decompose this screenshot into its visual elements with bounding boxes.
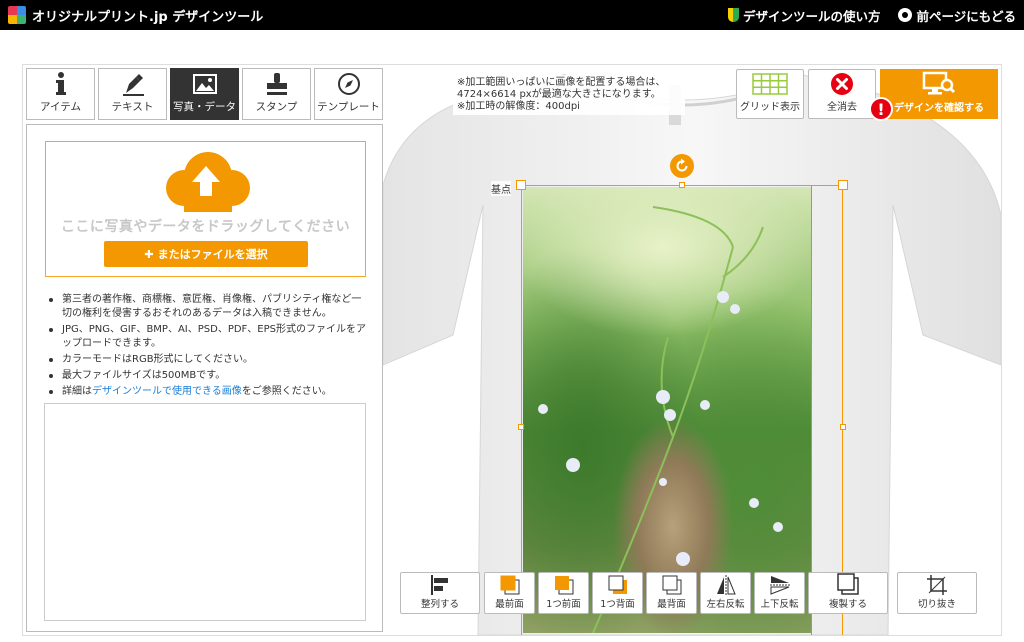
note-formats: JPG、PNG、GIF、BMP、AI、PSD、PDF、EPS形式のファイルをアッ… bbox=[47, 323, 367, 351]
compass-icon bbox=[336, 69, 362, 99]
send-backward-button[interactable]: 1つ背面 bbox=[592, 572, 643, 614]
confirm-label: デザインを確認する bbox=[894, 103, 984, 114]
upload-cloud-icon bbox=[166, 152, 250, 212]
note-max-size: 最大ファイルサイズは500MBです。 bbox=[47, 369, 367, 383]
tab-label: 写真・データ bbox=[173, 101, 236, 113]
tab-label: スタンプ bbox=[255, 101, 298, 113]
duplicate-button[interactable]: 複製する bbox=[808, 572, 888, 614]
hint-line-1: ※加工範囲いっぱいに画像を配置する場合は、 bbox=[457, 77, 666, 88]
clear-all-button[interactable]: 全消去 bbox=[808, 69, 876, 119]
align-button[interactable]: 整列する bbox=[400, 572, 480, 614]
upload-notes: 第三者の著作権、商標権、意匠権、肖像権、パブリシティ権など一切の権利を侵害するお… bbox=[47, 293, 367, 401]
send-to-back-label: 最背面 bbox=[657, 599, 686, 610]
back-label: 前ページにもどる bbox=[916, 8, 1016, 24]
logo[interactable]: オリジナルプリント.jp デザインツール bbox=[8, 6, 263, 25]
flip-horizontal-button[interactable]: 左右反転 bbox=[700, 572, 751, 614]
bring-to-front-icon bbox=[499, 573, 521, 596]
tab-label: アイテム bbox=[40, 101, 81, 113]
alert-badge-icon: ! bbox=[869, 97, 893, 121]
rotate-icon bbox=[676, 158, 688, 172]
bring-forward-button[interactable]: 1つ前面 bbox=[538, 572, 589, 614]
flip-horizontal-label: 左右反転 bbox=[706, 599, 745, 610]
crop-label: 切り抜き bbox=[917, 599, 956, 610]
pen-icon bbox=[120, 69, 146, 99]
confirm-design-button[interactable]: デザインを確認する bbox=[880, 69, 998, 119]
grid-label: グリッド表示 bbox=[740, 102, 800, 113]
select-file-button[interactable]: ✚ またはファイルを選択 bbox=[104, 241, 308, 267]
logo-cube-icon bbox=[8, 6, 26, 24]
how-to-link[interactable]: デザインツールの使い方 bbox=[727, 6, 881, 25]
crop-icon bbox=[926, 573, 948, 596]
tab-template[interactable]: テンプレート bbox=[314, 68, 383, 120]
tab-label: テキスト bbox=[111, 101, 154, 113]
note-color-mode: カラーモードはRGB形式にしてください。 bbox=[47, 353, 367, 367]
back-link[interactable]: 前ページにもどる bbox=[898, 6, 1016, 25]
design-canvas[interactable]: ※加工範囲いっぱいに画像を配置する場合は、 4724×6614 pxが最適な大き… bbox=[383, 65, 1001, 635]
note-details-prefix: 詳細は bbox=[62, 386, 92, 397]
stamp-icon bbox=[264, 69, 290, 99]
clear-label: 全消去 bbox=[827, 102, 857, 113]
flip-horizontal-icon bbox=[715, 573, 737, 596]
resize-handle-tl[interactable] bbox=[516, 180, 526, 190]
drop-text: ここに写真やデータをドラッグしてください bbox=[60, 219, 351, 235]
placed-image[interactable] bbox=[516, 180, 848, 635]
bring-forward-icon bbox=[553, 573, 575, 596]
note-rights: 第三者の著作権、商標権、意匠権、肖像権、パブリシティ権など一切の権利を侵害するお… bbox=[47, 293, 367, 321]
duplicate-icon bbox=[836, 572, 860, 596]
bring-to-front-label: 最前面 bbox=[495, 599, 524, 610]
resize-handle-right[interactable] bbox=[840, 424, 846, 430]
resize-handle-tr[interactable] bbox=[838, 180, 848, 190]
monitor-search-icon bbox=[922, 69, 956, 99]
drop-zone[interactable]: ここに写真やデータをドラッグしてください ✚ またはファイルを選択 bbox=[45, 141, 366, 277]
align-label: 整列する bbox=[420, 599, 459, 610]
grid-icon bbox=[752, 70, 788, 98]
align-icon bbox=[429, 573, 451, 596]
base-point-label: 基点 bbox=[491, 181, 511, 196]
image-icon bbox=[192, 69, 218, 99]
crop-button[interactable]: 切り抜き bbox=[897, 572, 977, 614]
hint-line-2: 4724×6614 pxが最適な大きさになります。 bbox=[457, 89, 661, 100]
tab-text[interactable]: テキスト bbox=[98, 68, 167, 120]
top-bar: オリジナルプリント.jp デザインツール デザインツールの使い方 前ページにもど… bbox=[0, 0, 1024, 30]
resize-handle-top[interactable] bbox=[679, 182, 685, 188]
usable-images-link[interactable]: デザインツールで使用できる画像 bbox=[92, 386, 242, 397]
duplicate-label: 複製する bbox=[828, 599, 867, 610]
tab-item[interactable]: アイテム bbox=[26, 68, 95, 120]
note-details: 詳細はデザインツールで使用できる画像をご参照ください。 bbox=[47, 385, 367, 399]
rotate-handle[interactable] bbox=[670, 154, 694, 178]
bring-forward-label: 1つ前面 bbox=[546, 599, 581, 610]
photo-data-panel: ここに写真やデータをドラッグしてください ✚ またはファイルを選択 第三者の著作… bbox=[26, 124, 383, 632]
logo-text: オリジナルプリント.jp デザインツール bbox=[32, 9, 264, 25]
bring-to-front-button[interactable]: 最前面 bbox=[484, 572, 535, 614]
send-to-back-icon bbox=[661, 573, 683, 596]
send-backward-icon bbox=[607, 573, 629, 596]
resize-handle-left[interactable] bbox=[518, 424, 524, 430]
how-to-label: デザインツールの使い方 bbox=[742, 8, 881, 24]
send-to-back-button[interactable]: 最背面 bbox=[646, 572, 697, 614]
beginner-mark-icon bbox=[727, 8, 739, 22]
clear-x-icon bbox=[830, 70, 854, 98]
select-file-label: またはファイルを選択 bbox=[157, 248, 268, 261]
flip-vertical-button[interactable]: 上下反転 bbox=[754, 572, 805, 614]
tab-label: テンプレート bbox=[317, 101, 380, 113]
flip-vertical-icon bbox=[769, 573, 791, 596]
hint-line-3: ※加工時の解像度：400dpi bbox=[457, 101, 580, 112]
info-icon bbox=[48, 69, 74, 99]
tab-photo-data[interactable]: 写真・データ bbox=[170, 68, 239, 120]
plus-icon: ✚ bbox=[144, 247, 154, 261]
grid-toggle-button[interactable]: グリッド表示 bbox=[736, 69, 804, 119]
send-backward-label: 1つ背面 bbox=[600, 599, 635, 610]
left-panel: アイテム テキスト 写真・データ スタンプ テンプレート ここに写真やデータをド… bbox=[26, 68, 383, 632]
tool-tabs: アイテム テキスト 写真・データ スタンプ テンプレート bbox=[26, 68, 383, 120]
selection-outline bbox=[521, 185, 843, 635]
back-circle-icon bbox=[898, 8, 913, 22]
note-details-suffix: をご参照ください。 bbox=[241, 386, 332, 397]
tab-stamp[interactable]: スタンプ bbox=[242, 68, 311, 120]
print-area-hint: ※加工範囲いっぱいに画像を配置する場合は、 4724×6614 pxが最適な大き… bbox=[453, 75, 685, 115]
flip-vertical-label: 上下反転 bbox=[760, 599, 799, 610]
uploaded-images-list[interactable] bbox=[44, 403, 366, 621]
